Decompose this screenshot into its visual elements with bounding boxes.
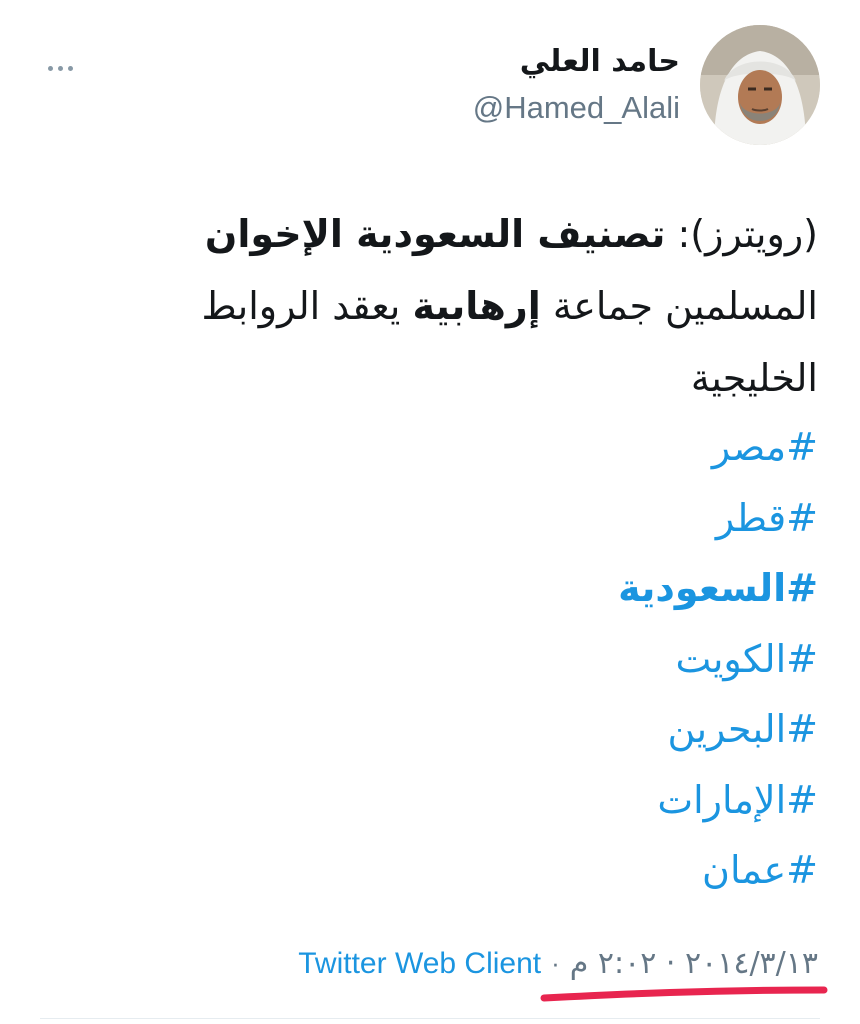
hashtag-link[interactable]: #السعودية bbox=[618, 553, 818, 624]
tweet-meta: Twitter Web Client · ٢٠١٤/٣/١٣ · ٢:٠٢ م bbox=[298, 946, 818, 981]
handdrawn-underline bbox=[540, 986, 828, 1002]
avatar[interactable] bbox=[700, 25, 820, 145]
hashtag-link[interactable]: #مصر bbox=[618, 412, 818, 483]
tweet-text-part: المسلمين جماعة bbox=[540, 284, 818, 328]
hashtag-link[interactable]: #قطر bbox=[618, 483, 818, 554]
tweet-card: حامد العلي @Hamed_Alali (رويترز): تصنيف … bbox=[0, 0, 860, 1024]
hashtag-link[interactable]: #البحرين bbox=[618, 694, 818, 765]
more-options-icon[interactable] bbox=[40, 56, 80, 80]
tweet-source-prefix: (رويترز): bbox=[665, 212, 818, 256]
hashtag-link[interactable]: #الكويت bbox=[618, 624, 818, 695]
meta-separator: · bbox=[551, 948, 560, 978]
avatar-image bbox=[700, 25, 820, 145]
hashtag-list: #مصر #قطر #السعودية #الكويت #البحرين #ال… bbox=[618, 412, 818, 906]
tweet-text: (رويترز): تصنيف السعودية الإخوان المسلمي… bbox=[58, 198, 818, 414]
tweet-timestamp[interactable]: ٢٠١٤/٣/١٣ · ٢:٠٢ م bbox=[570, 946, 818, 981]
tweet-divider bbox=[40, 1018, 820, 1019]
tweet-headline-bold: تصنيف السعودية الإخوان bbox=[204, 212, 666, 256]
more-dot bbox=[47, 65, 53, 71]
author-display-name[interactable]: حامد العلي bbox=[520, 44, 680, 79]
author-handle[interactable]: @Hamed_Alali bbox=[473, 90, 680, 126]
more-dot bbox=[57, 65, 63, 71]
tweet-text-part: الخليجية bbox=[690, 356, 818, 400]
more-dot bbox=[67, 65, 73, 71]
tweet-text-part: يعقد الروابط bbox=[201, 284, 413, 328]
hashtag-link[interactable]: #الإمارات bbox=[618, 765, 818, 836]
tweet-text-bold-word: إرهابية bbox=[412, 284, 541, 328]
hashtag-link[interactable]: #عمان bbox=[618, 835, 818, 906]
tweet-source-link[interactable]: Twitter Web Client bbox=[298, 947, 541, 981]
